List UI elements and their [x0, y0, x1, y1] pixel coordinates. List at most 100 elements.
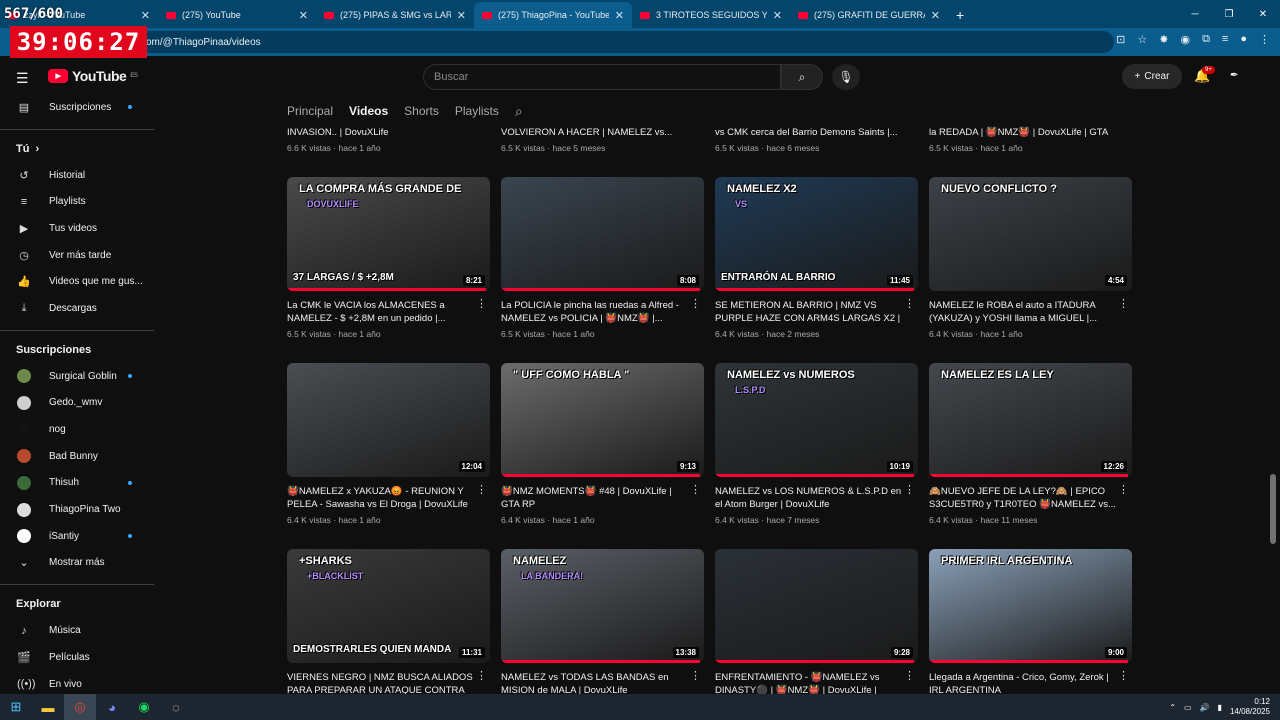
video-title[interactable]: La POLICIA le pincha las ruedas a Alfred… — [501, 299, 689, 325]
video-thumbnail[interactable]: NAMELEZ ES LA LEY 12:26 — [929, 363, 1132, 477]
show-more-button[interactable]: ⌄ Mostrar más — [0, 550, 154, 577]
browser-tab[interactable]: (275) PIPAS & SMG vs LARGAS ✕ — [316, 2, 474, 28]
new-tab-button[interactable]: + — [948, 2, 972, 28]
sidebar-item[interactable]: 👍 Videos que me gus... — [0, 268, 154, 295]
video-title[interactable]: SE METIERON AL BARRIO | NMZ VS PURPLE HA… — [715, 299, 903, 325]
video-title[interactable]: la REDADA | 👹NMZ👹 | DovuXLife | GTA V... — [929, 126, 1117, 139]
restore-icon[interactable]: ❐ — [1212, 0, 1246, 28]
create-button[interactable]: + Crear — [1122, 64, 1182, 89]
video-menu-icon[interactable]: ⋮ — [904, 297, 915, 310]
video-card[interactable]: NAMELEZ ES LA LEY 12:26 🙈NUEVO JEFE DE LA … — [929, 363, 1132, 525]
network-icon[interactable]: ▭ — [1184, 703, 1192, 712]
channel-search-icon[interactable]: ⌕ — [515, 103, 523, 120]
video-thumbnail[interactable]: NUEVO CONFLICTO ? 4:54 — [929, 177, 1132, 291]
sidebar-item[interactable]: ≡ Playlists — [0, 188, 154, 215]
video-menu-icon[interactable]: ⋮ — [1118, 483, 1129, 496]
video-thumbnail[interactable]: LA COMPRA MÁS GRANDE DE DOVUXLIFE 37 LARGA… — [287, 177, 490, 291]
tab-principal[interactable]: Principal — [287, 104, 333, 118]
bookmark-star-icon[interactable]: ☆ — [1137, 33, 1147, 46]
tab-close-icon[interactable]: ✕ — [141, 9, 150, 22]
tab-close-icon[interactable]: ✕ — [615, 9, 624, 22]
video-card[interactable]: " UFF COMO HABLA " 9:13 👹NMZ MOMENTS👹 #48 … — [501, 363, 704, 525]
sidebar-item[interactable]: ▶ Tus videos — [0, 215, 154, 242]
windows-icon[interactable]: ⊞ — [0, 694, 32, 720]
video-card[interactable]: PRIMER IRL ARGENTINA 9:00 Llegada a Argent… — [929, 549, 1132, 697]
video-thumbnail[interactable]: NAMELEZ LA BANDERA! 13:38 — [501, 549, 704, 663]
video-thumbnail[interactable]: PRIMER IRL ARGENTINA 9:00 — [929, 549, 1132, 663]
scrollbar[interactable] — [1270, 474, 1276, 544]
subscription-item[interactable]: ThiagoPina Two — [0, 496, 154, 523]
video-card[interactable]: LA COMPRA MÁS GRANDE DE DOVUXLIFE 37 LARGA… — [287, 177, 490, 339]
video-menu-icon[interactable]: ⋮ — [690, 669, 701, 682]
voice-search-button[interactable]: 🎙 — [832, 64, 860, 90]
youtube-logo[interactable]: ▶ YouTube ES — [48, 68, 138, 84]
video-thumbnail[interactable]: 9:28 — [715, 549, 918, 663]
sidebar-item[interactable]: 🎬 Películas — [0, 644, 154, 671]
subscription-item[interactable]: Surgical Goblin — [0, 363, 154, 390]
sidebar-item[interactable]: ◷ Ver más tarde — [0, 242, 154, 269]
video-thumbnail[interactable]: " UFF COMO HABLA " 9:13 — [501, 363, 704, 477]
video-menu-icon[interactable]: ⋮ — [476, 483, 487, 496]
browser-tab[interactable]: (275) GRAFITI DE GUERRA | NA ✕ — [790, 2, 948, 28]
media-icon[interactable]: ≡ — [1222, 33, 1228, 46]
browser-tab[interactable]: (275) YouTube ✕ — [158, 2, 316, 28]
video-card[interactable]: NAMELEZ LA BANDERA! 13:38 NAMELEZ vs TODAS … — [501, 549, 704, 697]
minimize-icon[interactable]: ─ — [1178, 0, 1212, 28]
video-menu-icon[interactable]: ⋮ — [690, 483, 701, 496]
video-thumbnail[interactable]: NAMELEZ vs NUMEROS L.S.P.D 10:19 — [715, 363, 918, 477]
browser-tab[interactable]: 3 TIROTEOS SEGUIDOS Y SACA ✕ — [632, 2, 790, 28]
sidebar-item[interactable]: ↺ Historial — [0, 162, 154, 189]
video-card[interactable]: la REDADA | 👹NMZ👹 | DovuXLife | GTA V...… — [929, 126, 1132, 153]
video-menu-icon[interactable]: ⋮ — [476, 297, 487, 310]
tab-close-icon[interactable]: ✕ — [773, 9, 782, 22]
menu-kebab-icon[interactable]: ⋮ — [1259, 33, 1270, 46]
close-icon[interactable]: ✕ — [1246, 0, 1280, 28]
subscription-item[interactable]: nog — [0, 416, 154, 443]
video-card[interactable]: NAMELEZ vs NUMEROS L.S.P.D 10:19 NAMELEZ vs… — [715, 363, 918, 525]
clock[interactable]: 0:12 14/08/2025 — [1230, 697, 1270, 717]
sidebar-item[interactable]: ▤ Suscripciones — [0, 94, 154, 121]
video-card[interactable]: vs CMK cerca del Barrio Demons Saints |.… — [715, 126, 918, 153]
subscription-item[interactable]: Bad Bunny — [0, 443, 154, 470]
discord-icon[interactable]: ◕ — [96, 694, 128, 720]
search-input[interactable]: Buscar — [423, 64, 781, 90]
video-title[interactable]: vs CMK cerca del Barrio Demons Saints |.… — [715, 126, 903, 139]
sidebar-item[interactable]: ⤓ Descargas — [0, 295, 154, 322]
install-icon[interactable]: ⊡ — [1116, 33, 1125, 46]
subscription-item[interactable]: iSantiy — [0, 523, 154, 550]
video-menu-icon[interactable]: ⋮ — [904, 483, 915, 496]
video-title[interactable]: NAMELEZ vs LOS NUMEROS & L.S.P.D en el A… — [715, 485, 903, 511]
tab-close-icon[interactable]: ✕ — [299, 9, 308, 22]
video-title[interactable]: VOLVIERON A HACER | NAMELEZ vs... — [501, 126, 689, 139]
obs-icon[interactable]: ◌ — [160, 694, 192, 720]
video-menu-icon[interactable]: ⋮ — [904, 669, 915, 682]
video-card[interactable]: INVASION.. | DovuXLife 6.6 K vistas · hac… — [287, 126, 490, 153]
extensions-puzzle-icon[interactable]: ⧉ — [1202, 33, 1210, 46]
video-thumbnail[interactable]: 12:04 — [287, 363, 490, 477]
extension-icon[interactable]: ✸ — [1159, 33, 1168, 46]
tab-playlists[interactable]: Playlists — [455, 104, 499, 118]
subscription-item[interactable]: Gedo._wmv — [0, 390, 154, 417]
search-button[interactable]: ⌕ — [781, 64, 823, 90]
video-card[interactable]: 9:28 ENFRENTAMIENTO - 👹NAMELEZ vs DINASTY… — [715, 549, 918, 697]
tab-shorts[interactable]: Shorts — [404, 104, 439, 118]
video-title[interactable]: La CMK le VACIA los ALMACENES a NAMELEZ … — [287, 299, 475, 325]
chrome-icon[interactable]: ◎ — [64, 694, 96, 720]
video-thumbnail[interactable]: 8:08 — [501, 177, 704, 291]
video-card[interactable]: VOLVIERON A HACER | NAMELEZ vs... 6.5 K v… — [501, 126, 704, 153]
video-title[interactable]: INVASION.. | DovuXLife — [287, 126, 475, 139]
video-menu-icon[interactable]: ⋮ — [476, 669, 487, 682]
url-field[interactable]: om/@ThiagoPinaa/videos — [134, 31, 1114, 53]
video-card[interactable]: NUEVO CONFLICTO ? 4:54 NAMELEZ le ROBA el … — [929, 177, 1132, 339]
tab-close-icon[interactable]: ✕ — [457, 9, 466, 22]
video-thumbnail[interactable]: NAMELEZ X2 VS ENTRARÓN AL BARRIO 11:45 — [715, 177, 918, 291]
volume-icon[interactable]: 🔊 — [1200, 703, 1210, 712]
profile-icon[interactable]: ● — [1240, 33, 1247, 46]
video-title[interactable]: 👹NMZ MOMENTS👹 #48 | DovuXLife | GTA RP — [501, 485, 689, 511]
video-menu-icon[interactable]: ⋮ — [1118, 669, 1129, 682]
tab-videos[interactable]: Videos — [349, 104, 388, 118]
account-avatar[interactable]: ✒ — [1230, 70, 1248, 84]
sidebar-item[interactable]: ♪ Música — [0, 617, 154, 644]
tab-close-icon[interactable]: ✕ — [931, 9, 940, 22]
subscription-item[interactable]: Thisuh — [0, 470, 154, 497]
